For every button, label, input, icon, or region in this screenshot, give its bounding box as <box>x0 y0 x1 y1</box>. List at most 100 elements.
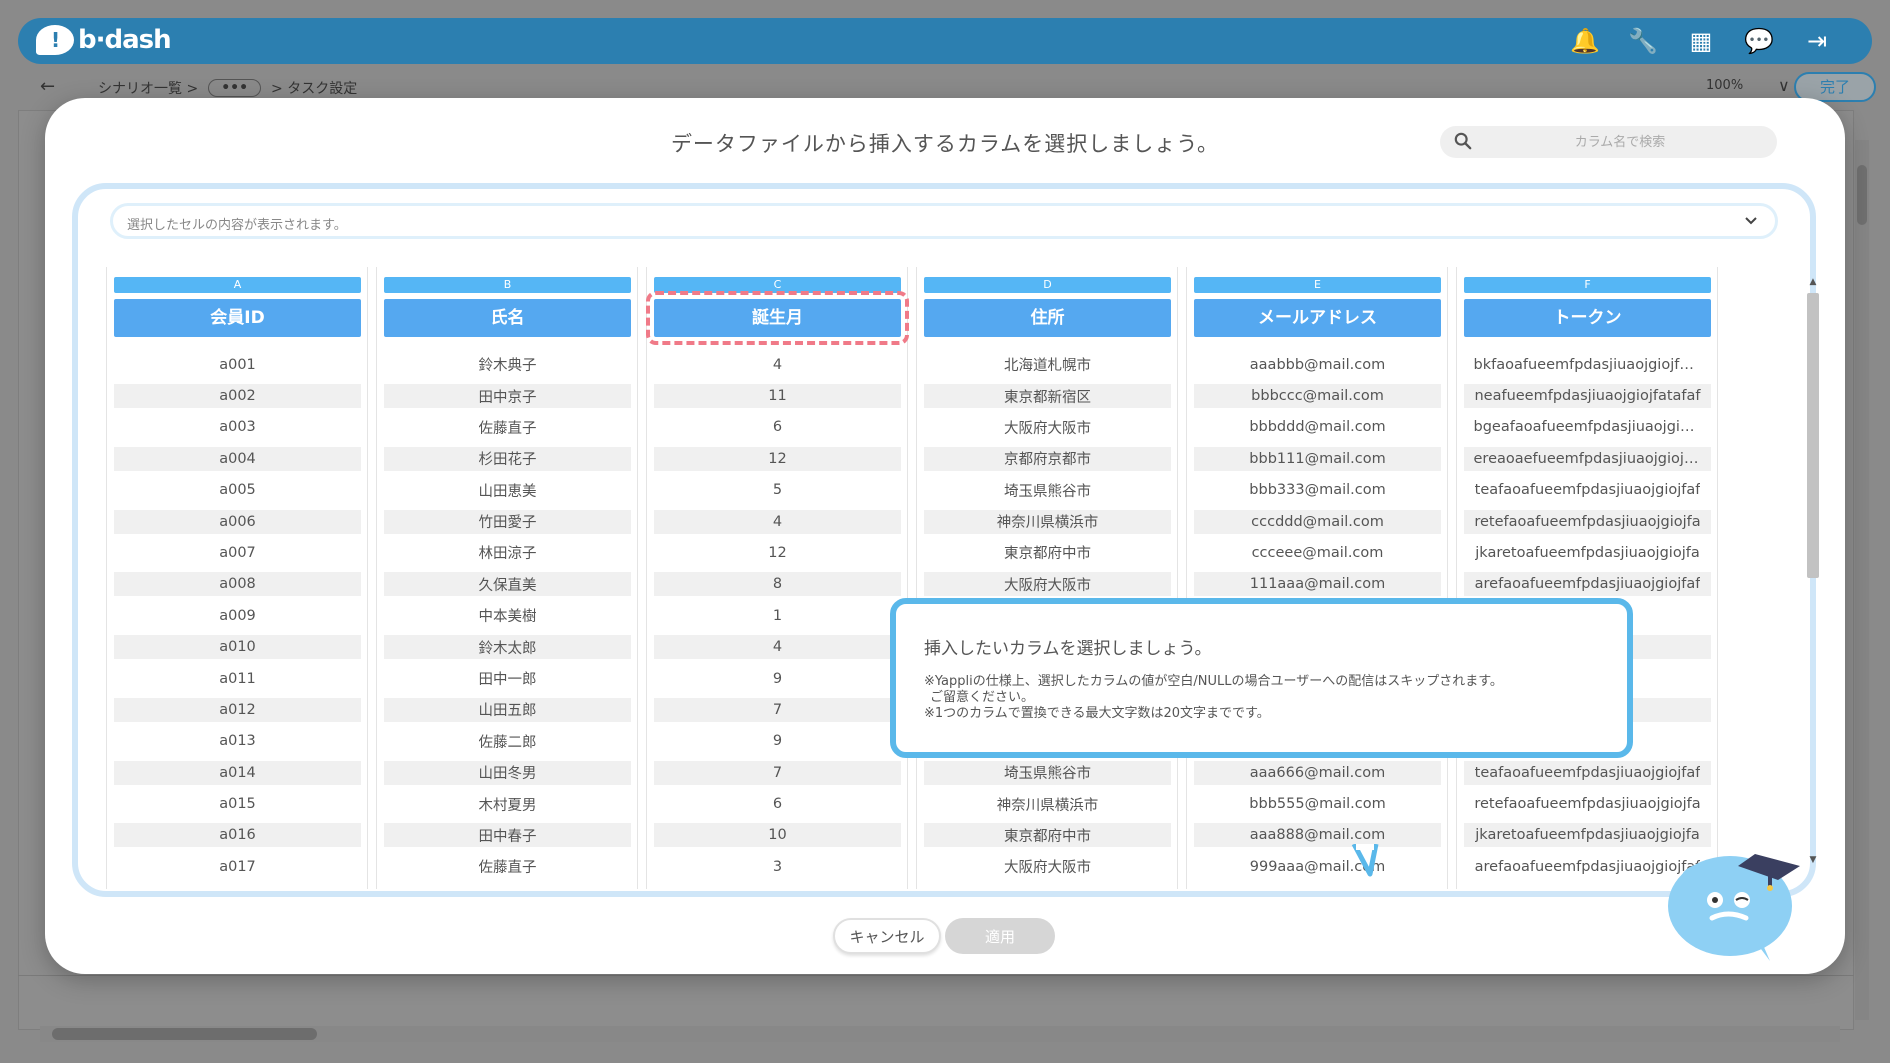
table-cell[interactable]: a013 <box>114 726 361 757</box>
breadcrumb-more-button[interactable]: ••• <box>208 79 262 97</box>
table-cell[interactable]: 東京都府中市 <box>924 823 1171 848</box>
table-cell[interactable]: 東京都新宿区 <box>924 384 1171 409</box>
table-cell[interactable]: bbb111@mail.com <box>1194 446 1441 471</box>
table-cell[interactable]: bbbddd@mail.com <box>1194 412 1441 443</box>
table-cell[interactable]: 佐藤直子 <box>384 851 631 882</box>
table-cell[interactable]: 佐藤二郎 <box>384 726 631 757</box>
table-cell[interactable]: 4 <box>654 509 901 534</box>
table-cell[interactable]: 埼玉県熊谷市 <box>924 475 1171 506</box>
table-cell[interactable]: 大阪府大阪市 <box>924 851 1171 882</box>
cancel-button[interactable]: キャンセル <box>833 918 941 954</box>
data-column-a[interactable]: A 会員ID a001 a002 a003 a004 a005 a006 a007 a008 a00… <box>106 267 368 889</box>
table-cell[interactable]: 山田冬男 <box>384 760 631 785</box>
table-cell[interactable]: a012 <box>114 697 361 722</box>
table-cell[interactable]: 久保直美 <box>384 572 631 597</box>
table-cell[interactable]: 神奈川県横浜市 <box>924 788 1171 819</box>
column-header-button[interactable]: 誕生月 <box>646 291 909 345</box>
table-cell[interactable]: a008 <box>114 572 361 597</box>
column-search[interactable] <box>1440 126 1777 158</box>
data-column-e[interactable]: E メールアドレス aaabbb@mail.com bbbccc@mail.com bb… <box>1186 267 1448 889</box>
table-cell[interactable]: 111aaa@mail.com <box>1194 572 1441 597</box>
table-cell[interactable]: bkfaoafueemfpdasjiuaojgiojfafa <box>1464 349 1711 380</box>
column-header-button[interactable]: メールアドレス <box>1194 299 1441 337</box>
table-cell[interactable]: 木村夏男 <box>384 788 631 819</box>
table-cell[interactable]: retefaoafueemfpdasjiuaojgiojfa <box>1464 509 1711 534</box>
column-header-button[interactable]: 氏名 <box>384 299 631 337</box>
table-cell[interactable]: a001 <box>114 349 361 380</box>
table-cell[interactable]: 9 <box>654 726 901 757</box>
table-cell[interactable]: 6 <box>654 412 901 443</box>
grid-vertical-scrollbar[interactable]: ▲ ▼ <box>1806 277 1820 867</box>
table-cell[interactable]: ccceee@mail.com <box>1194 537 1441 568</box>
table-cell[interactable]: 4 <box>654 349 901 380</box>
table-cell[interactable]: jkaretoafueemfpdasjiuaojgiojfa <box>1464 537 1711 568</box>
table-cell[interactable]: teafaoafueemfpdasjiuaojgiojfaf <box>1464 760 1711 785</box>
canvas-horizontal-scroll-thumb[interactable] <box>52 1028 317 1040</box>
table-cell[interactable]: 神奈川県横浜市 <box>924 509 1171 534</box>
wrench-icon[interactable]: 🔧 <box>1628 28 1658 54</box>
table-cell[interactable]: 1 <box>654 600 901 631</box>
table-cell[interactable]: 9 <box>654 663 901 694</box>
data-column-c[interactable]: C 誕生月 4 11 6 12 5 4 12 8 1 4 9 7 9 7 6 10 3 <box>646 267 909 889</box>
logout-icon[interactable]: ⇥ <box>1802 28 1832 54</box>
table-cell[interactable]: 3 <box>654 851 901 882</box>
table-cell[interactable]: a007 <box>114 537 361 568</box>
table-cell[interactable]: 鈴木典子 <box>384 349 631 380</box>
canvas-vertical-scrollbar[interactable] <box>1855 140 1869 1020</box>
table-cell[interactable]: 5 <box>654 475 901 506</box>
table-cell[interactable]: a016 <box>114 823 361 848</box>
data-column-f[interactable]: F トークン bkfaoafueemfpdasjiuaojgiojfafa neafu… <box>1456 267 1718 889</box>
cell-preview-dropdown[interactable]: 選択したセルの内容が表示されます。 <box>110 203 1778 239</box>
table-cell[interactable]: aaabbb@mail.com <box>1194 349 1441 380</box>
table-cell[interactable]: arefaoafueemfpdasjiuaojgiojfaf <box>1464 572 1711 597</box>
table-cell[interactable]: a005 <box>114 475 361 506</box>
table-cell[interactable]: 8 <box>654 572 901 597</box>
table-cell[interactable]: 山田恵美 <box>384 475 631 506</box>
table-cell[interactable]: 7 <box>654 697 901 722</box>
table-cell[interactable]: ereaoaefueemfpdasjiuaojgiojfaf <box>1464 446 1711 471</box>
table-cell[interactable]: bbb333@mail.com <box>1194 475 1441 506</box>
table-cell[interactable]: 中本美樹 <box>384 600 631 631</box>
table-cell[interactable]: cccddd@mail.com <box>1194 509 1441 534</box>
table-cell[interactable]: 6 <box>654 788 901 819</box>
table-cell[interactable]: 大阪府大阪市 <box>924 572 1171 597</box>
logo[interactable]: b·dash <box>36 25 172 55</box>
table-cell[interactable]: a011 <box>114 663 361 694</box>
table-cell[interactable]: 10 <box>654 823 901 848</box>
table-cell[interactable]: a006 <box>114 509 361 534</box>
table-cell[interactable]: bgeafaoafueemfpdasjiuaojgiojfa <box>1464 412 1711 443</box>
table-cell[interactable]: 京都府京都市 <box>924 446 1171 471</box>
table-cell[interactable]: 田中一郎 <box>384 663 631 694</box>
table-cell[interactable]: 7 <box>654 760 901 785</box>
table-cell[interactable]: 12 <box>654 537 901 568</box>
table-cell[interactable]: aaa666@mail.com <box>1194 760 1441 785</box>
breadcrumb-scenario-list[interactable]: シナリオ一覧 > <box>98 78 198 98</box>
table-cell[interactable]: 佐藤直子 <box>384 412 631 443</box>
table-cell[interactable]: a004 <box>114 446 361 471</box>
table-cell[interactable]: a003 <box>114 412 361 443</box>
column-header-button[interactable]: トークン <box>1464 299 1711 337</box>
table-cell[interactable]: teafaoafueemfpdasjiuaojgiojfaf <box>1464 475 1711 506</box>
table-cell[interactable]: 鈴木太郎 <box>384 635 631 660</box>
canvas-vertical-scroll-thumb[interactable] <box>1857 165 1867 225</box>
table-cell[interactable]: a010 <box>114 635 361 660</box>
bell-icon[interactable]: 🔔 <box>1570 28 1600 54</box>
column-search-input[interactable] <box>1480 126 1760 158</box>
grid-icon[interactable]: ▦ <box>1686 28 1716 54</box>
table-cell[interactable]: 北海道札幌市 <box>924 349 1171 380</box>
column-header-button[interactable]: 会員ID <box>114 299 361 337</box>
table-cell[interactable]: 田中春子 <box>384 823 631 848</box>
table-cell[interactable]: a002 <box>114 384 361 409</box>
column-header-button[interactable]: 住所 <box>924 299 1171 337</box>
table-cell[interactable]: 4 <box>654 635 901 660</box>
table-cell[interactable]: bbbccc@mail.com <box>1194 384 1441 409</box>
grid-scroll-thumb[interactable] <box>1807 293 1819 578</box>
table-cell[interactable]: 田中京子 <box>384 384 631 409</box>
zoom-chevron-down-icon[interactable]: ∨ <box>1778 76 1790 95</box>
data-column-b[interactable]: B 氏名 鈴木典子 田中京子 佐藤直子 杉田花子 山田恵美 竹田愛子 林田涼子 久保直美 中本美樹鈴… <box>376 267 638 889</box>
table-cell[interactable]: retefaoafueemfpdasjiuaojgiojfa <box>1464 788 1711 819</box>
table-cell[interactable]: 竹田愛子 <box>384 509 631 534</box>
table-cell[interactable]: a015 <box>114 788 361 819</box>
table-cell[interactable]: 埼玉県熊谷市 <box>924 760 1171 785</box>
table-cell[interactable]: a017 <box>114 851 361 882</box>
